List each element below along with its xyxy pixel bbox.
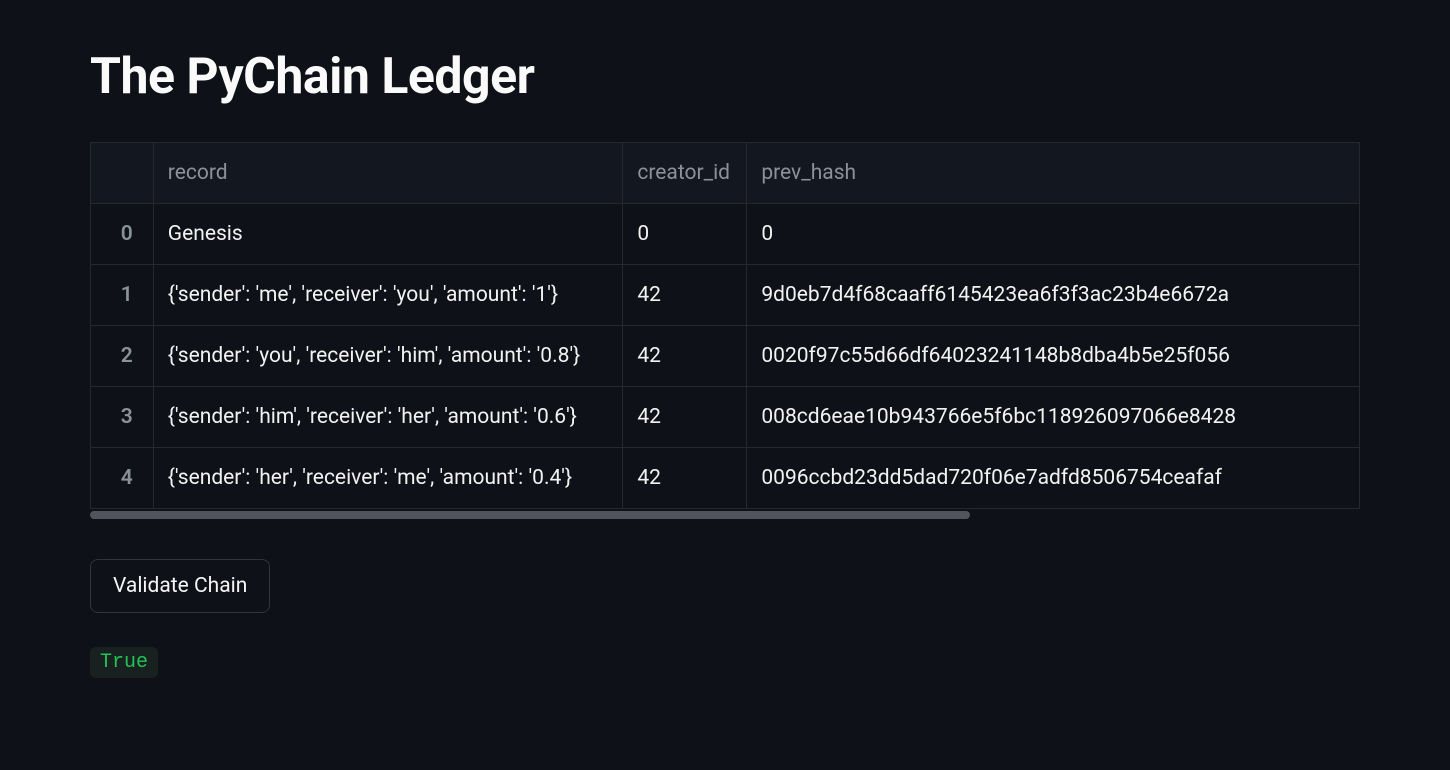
cell-record[interactable]: {'sender': 'her', 'receiver': 'me', 'amo…: [153, 448, 623, 509]
table-header-index: [91, 143, 154, 204]
row-index: 0: [91, 204, 154, 265]
cell-record[interactable]: {'sender': 'you', 'receiver': 'him', 'am…: [153, 326, 623, 387]
horizontal-scrollbar[interactable]: [90, 509, 1360, 519]
cell-record[interactable]: {'sender': 'him', 'receiver': 'her', 'am…: [153, 387, 623, 448]
cell-record[interactable]: {'sender': 'me', 'receiver': 'you', 'amo…: [153, 265, 623, 326]
ledger-table-wrapper: record creator_id prev_hash 0 Genesis 0 …: [90, 142, 1360, 519]
ledger-table: record creator_id prev_hash 0 Genesis 0 …: [90, 142, 1360, 509]
table-header-prev-hash[interactable]: prev_hash: [747, 143, 1360, 204]
cell-prev-hash[interactable]: 9d0eb7d4f68caaff6145423ea6f3f3ac23b4e667…: [747, 265, 1360, 326]
cell-record[interactable]: Genesis: [153, 204, 623, 265]
cell-creator-id[interactable]: 42: [623, 448, 747, 509]
page-title: The PyChain Ledger: [90, 48, 1360, 106]
cell-prev-hash[interactable]: 0020f97c55d66df64023241148b8dba4b5e25f05…: [747, 326, 1360, 387]
table-header-record[interactable]: record: [153, 143, 623, 204]
validate-chain-button[interactable]: Validate Chain: [90, 559, 270, 613]
row-index: 1: [91, 265, 154, 326]
table-header-creator-id[interactable]: creator_id: [623, 143, 747, 204]
row-index: 2: [91, 326, 154, 387]
validation-result-badge: True: [90, 647, 158, 678]
main-container: The PyChain Ledger record creator_id pre…: [0, 0, 1450, 678]
table-row[interactable]: 0 Genesis 0 0: [91, 204, 1360, 265]
table-row[interactable]: 1 {'sender': 'me', 'receiver': 'you', 'a…: [91, 265, 1360, 326]
table-row[interactable]: 2 {'sender': 'you', 'receiver': 'him', '…: [91, 326, 1360, 387]
cell-creator-id[interactable]: 42: [623, 326, 747, 387]
scrollbar-thumb[interactable]: [90, 511, 970, 519]
cell-prev-hash[interactable]: 008cd6eae10b943766e5f6bc118926097066e842…: [747, 387, 1360, 448]
row-index: 3: [91, 387, 154, 448]
cell-creator-id[interactable]: 42: [623, 265, 747, 326]
cell-prev-hash[interactable]: 0096ccbd23dd5dad720f06e7adfd8506754ceafa…: [747, 448, 1360, 509]
cell-creator-id[interactable]: 0: [623, 204, 747, 265]
table-row[interactable]: 4 {'sender': 'her', 'receiver': 'me', 'a…: [91, 448, 1360, 509]
cell-prev-hash[interactable]: 0: [747, 204, 1360, 265]
table-row[interactable]: 3 {'sender': 'him', 'receiver': 'her', '…: [91, 387, 1360, 448]
cell-creator-id[interactable]: 42: [623, 387, 747, 448]
row-index: 4: [91, 448, 154, 509]
